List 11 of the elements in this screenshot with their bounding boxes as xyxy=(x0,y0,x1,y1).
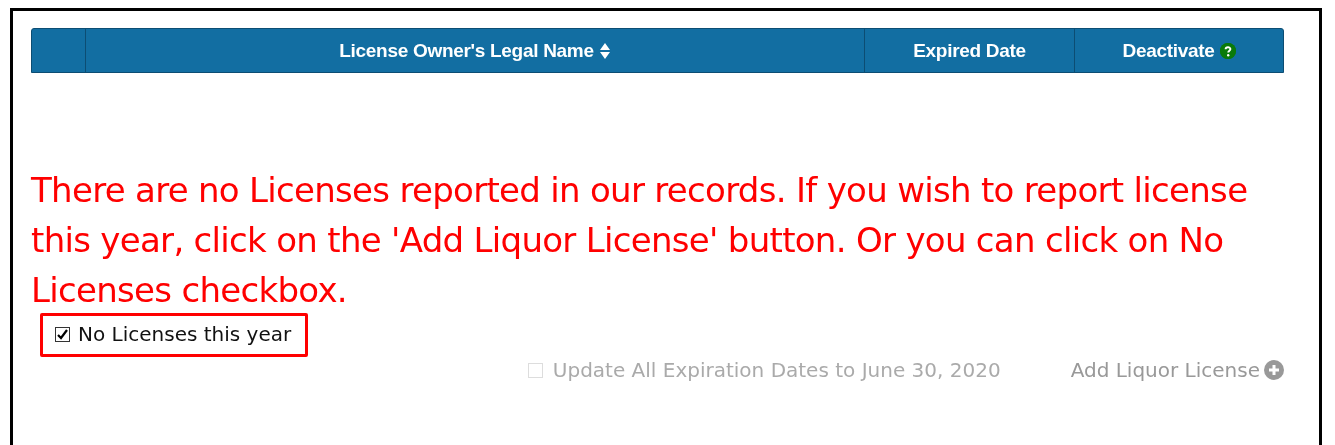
column-title: License Owner's Legal Name xyxy=(339,39,594,62)
no-licenses-message: There are no Licenses reported in our records. If you wish to report license this year, click on the 'Add Liquor License' button. Or you can click on No Licenses checkbox. xyxy=(31,169,1249,312)
checkbox-label: Update All Expiration Dates to June 30, 2020 xyxy=(552,358,1001,382)
column-title: Expired Date xyxy=(913,39,1026,62)
column-header[interactable]: License Owner's Legal Name xyxy=(85,29,864,72)
plus-icon xyxy=(1264,360,1284,380)
sort-icon[interactable] xyxy=(598,41,611,60)
checkbox[interactable] xyxy=(55,326,70,342)
column-title: Deactivate xyxy=(1122,39,1215,62)
help-icon[interactable] xyxy=(1219,42,1236,59)
checkbox-label: No Licenses this year xyxy=(78,322,292,346)
